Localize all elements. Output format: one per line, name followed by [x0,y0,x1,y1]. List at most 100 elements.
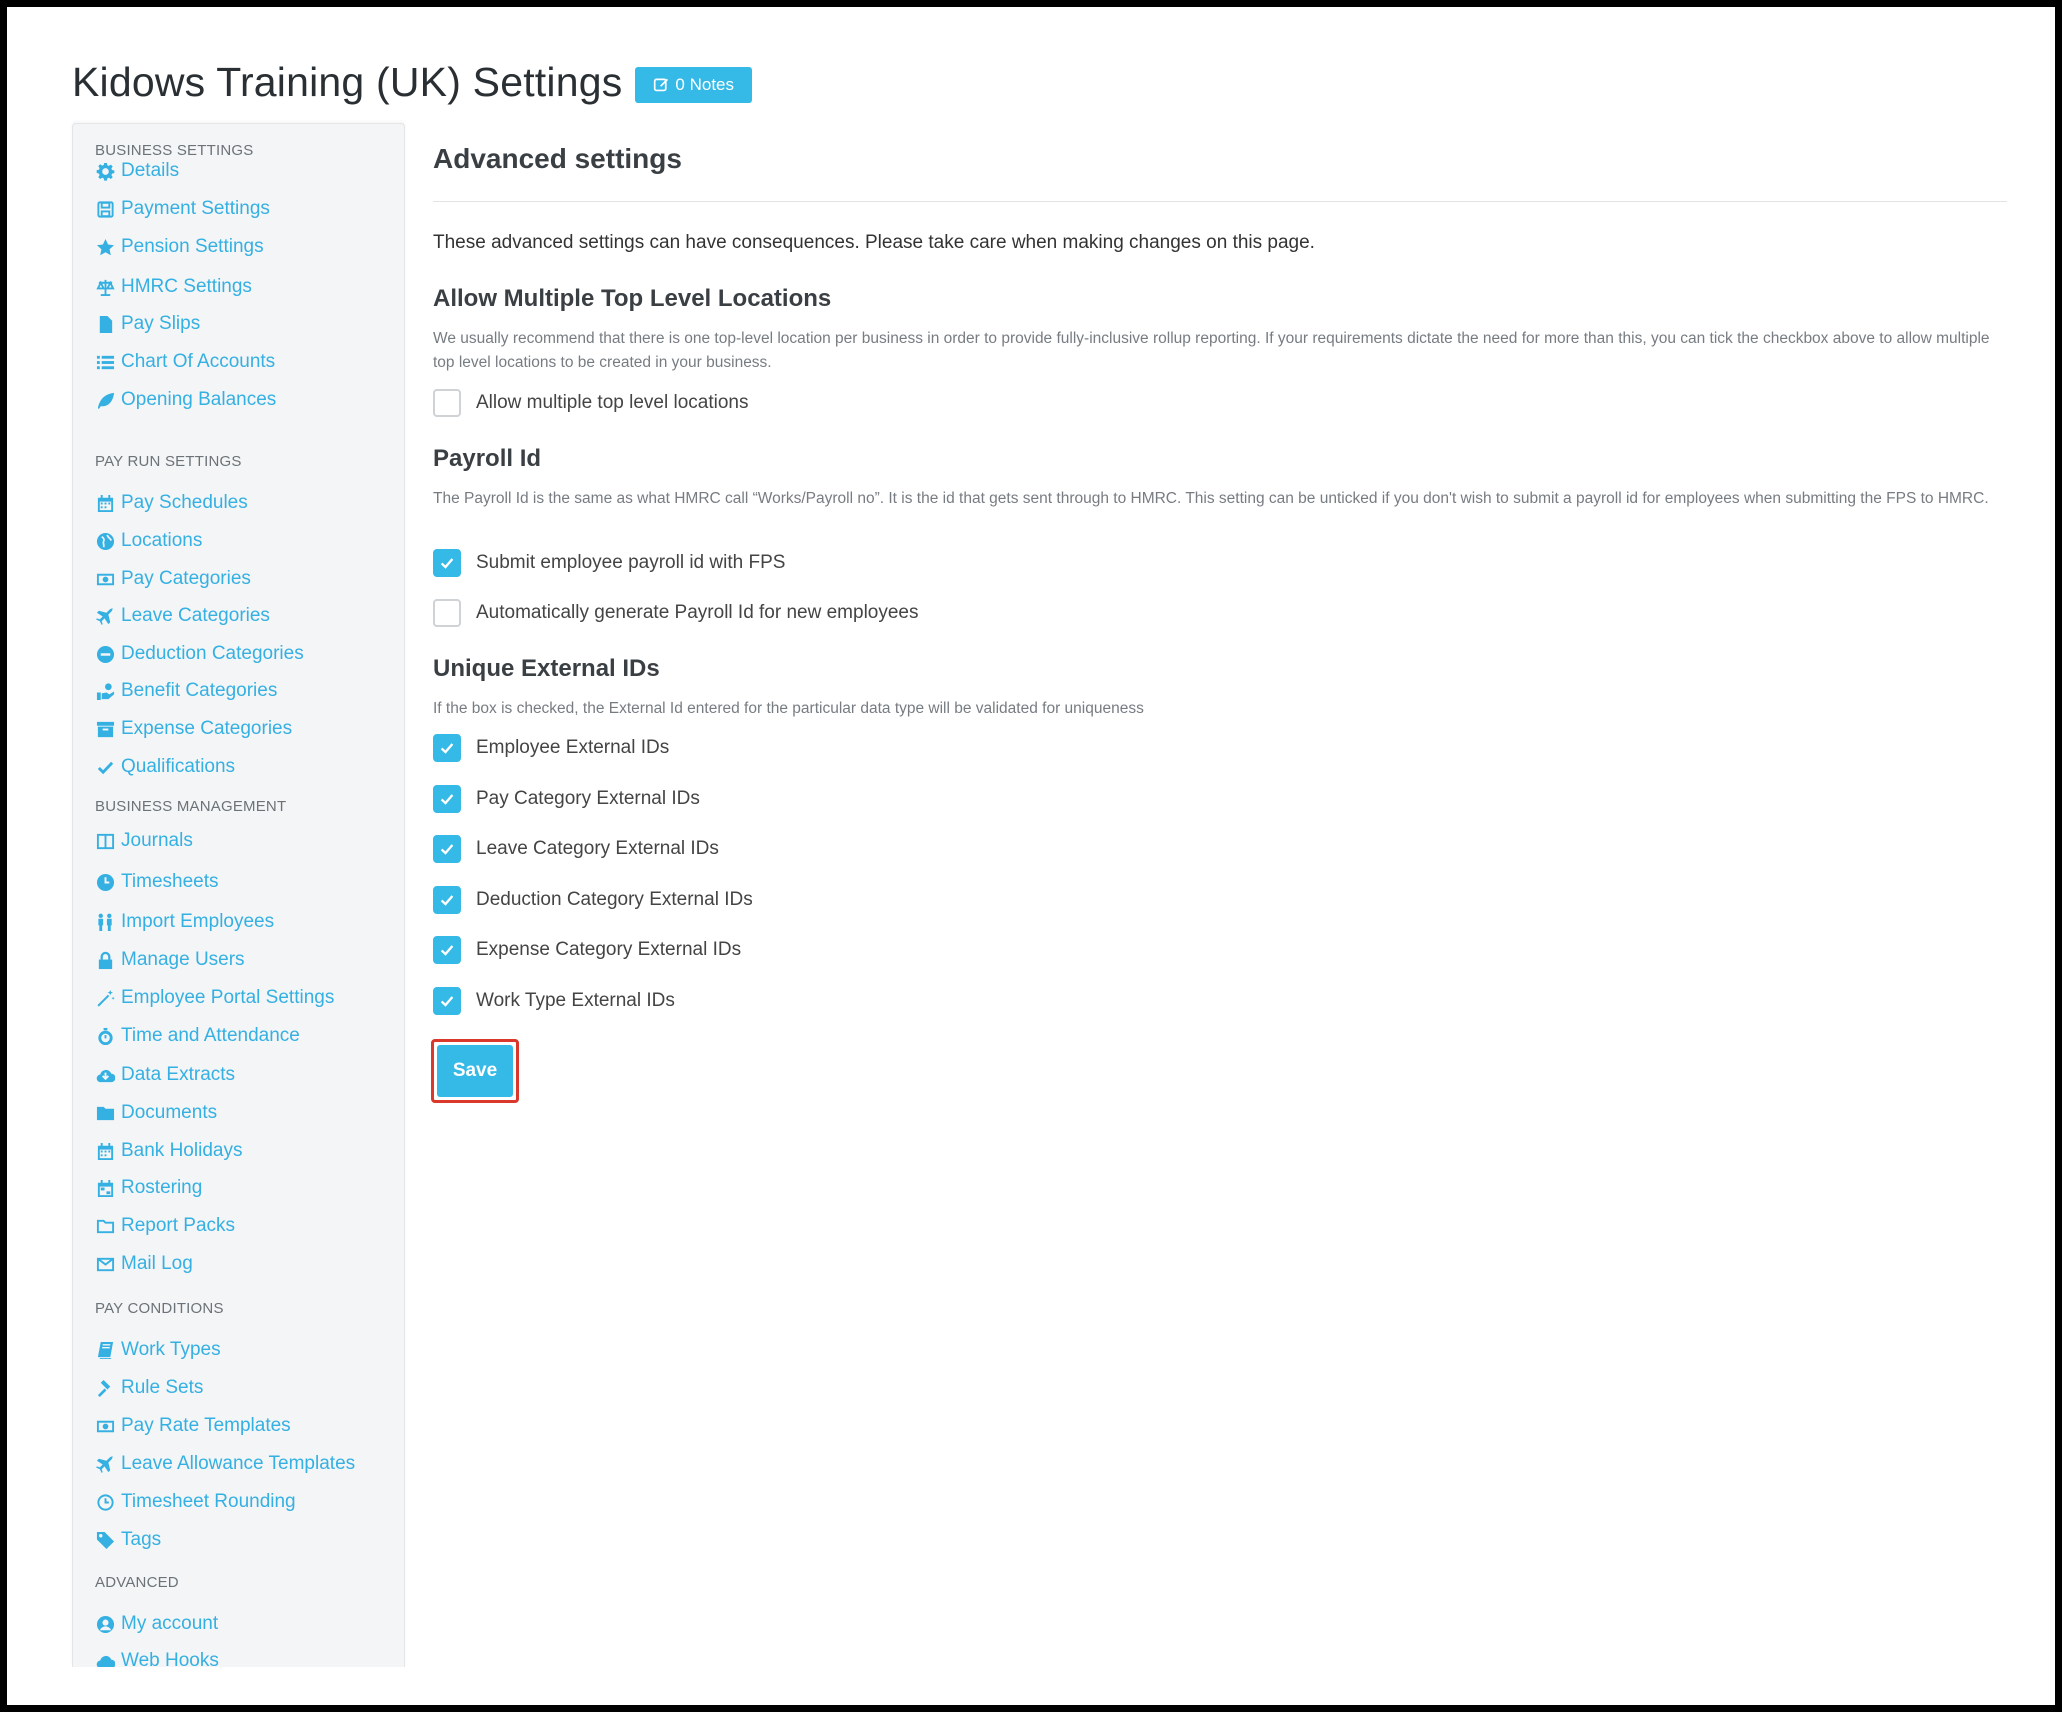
sidebar-item-report-packs[interactable]: Report Packs [95,1211,235,1241]
checkbox-label: Employee External IDs [476,737,670,758]
employee-external-ids-checkbox[interactable]: Employee External IDs [433,731,669,765]
sidebar-item-web-hooks[interactable]: Web Hooks [95,1646,219,1667]
sidebar-item-rostering[interactable]: Rostering [95,1173,202,1203]
sidebar-item-label: Benefit Categories [121,680,278,701]
checkbox[interactable] [433,389,461,417]
gear-icon [95,161,115,181]
users-icon [95,912,115,932]
sidebar-item-benefit-categories[interactable]: Benefit Categories [95,676,277,706]
folder-outline-icon [95,1216,115,1236]
leave-category-external-ids-checkbox[interactable]: Leave Category External IDs [433,832,719,866]
checkbox[interactable] [433,785,461,813]
sidebar-item-details[interactable]: Details [95,156,179,186]
payroll-id-description: The Payroll Id is the same as what HMRC … [433,490,1989,507]
columns-icon [95,831,115,851]
divider [433,201,2007,202]
sidebar-item-employee-portal-settings[interactable]: Employee Portal Settings [95,983,334,1013]
sidebar-item-label: Rostering [121,1177,203,1198]
sidebar-item-pay-slips[interactable]: Pay Slips [95,309,200,339]
check-icon [440,996,454,1007]
sidebar-item-label: Deduction Categories [121,643,304,664]
sidebar-item-label: Time and Attendance [121,1025,300,1046]
sidebar-item-documents[interactable]: Documents [95,1098,217,1128]
sidebar-item-label: Pay Schedules [121,492,248,513]
checkbox[interactable] [433,936,461,964]
sidebar-item-time-and-attendance[interactable]: Time and Attendance [95,1021,300,1051]
sidebar-item-label: Opening Balances [121,389,277,410]
sidebar-item-label: Documents [121,1102,218,1123]
sidebar-item-label: HMRC Settings [121,276,252,297]
check-icon [440,558,454,569]
checkbox[interactable] [433,599,461,627]
sidebar-item-deduction-categories[interactable]: Deduction Categories [95,639,304,669]
page-title: Kidows Training (UK) Settings [72,59,623,105]
clock-icon [95,872,115,892]
money-icon [95,1416,115,1436]
lock-icon [95,950,115,970]
notes-button[interactable]: 0 Notes [635,66,753,103]
sidebar-item-journals[interactable]: Journals [95,826,193,856]
sidebar-item-rule-sets[interactable]: Rule Sets [95,1373,203,1403]
sidebar-item-timesheets[interactable]: Timesheets [95,867,219,897]
save-icon [95,199,115,219]
sidebar-item-expense-categories[interactable]: Expense Categories [95,714,292,744]
clock-outline-icon [95,1492,115,1512]
sidebar-item-manage-users[interactable]: Manage Users [95,945,245,975]
check-icon [440,794,454,805]
check-icon [95,757,115,777]
sidebar-item-data-extracts[interactable]: Data Extracts [95,1060,235,1090]
auto-generate-payroll-id-checkbox[interactable]: Automatically generate Payroll Id for ne… [433,596,919,630]
sidebar-item-bank-holidays[interactable]: Bank Holidays [95,1136,242,1166]
sidebar-item-pension-settings[interactable]: Pension Settings [95,232,264,262]
checkbox[interactable] [433,734,461,762]
sidebar-item-pay-rate-templates[interactable]: Pay Rate Templates [95,1411,291,1441]
sidebar-item-pay-categories[interactable]: Pay Categories [95,564,251,594]
sidebar-item-payment-settings[interactable]: Payment Settings [95,194,270,224]
sidebar-item-label: Import Employees [121,911,275,932]
sidebar-item-pay-schedules[interactable]: Pay Schedules [95,488,248,518]
sidebar-item-opening-balances[interactable]: Opening Balances [95,385,276,415]
pay-category-external-ids-checkbox[interactable]: Pay Category External IDs [433,782,700,816]
sidebar-item-hmrc-settings[interactable]: HMRC Settings [95,272,252,302]
unique-ids-description: If the box is checked, the External Id e… [433,700,1144,717]
check-icon [440,945,454,956]
sidebar-item-leave-allowance-templates[interactable]: Leave Allowance Templates [95,1449,355,1479]
save-button[interactable]: Save [437,1045,513,1097]
sidebar-item-leave-categories[interactable]: Leave Categories [95,601,270,631]
sidebar-item-label: Employee Portal Settings [121,987,335,1008]
submit-payroll-id-checkbox[interactable]: Submit employee payroll id with FPS [433,546,785,580]
checkbox[interactable] [433,549,461,577]
allow-multiple-locations-checkbox[interactable]: Allow multiple top level locations [433,386,748,420]
sidebar-item-label: Payment Settings [121,198,270,219]
checkbox[interactable] [433,886,461,914]
checkbox[interactable] [433,987,461,1015]
sidebar-item-label: Manage Users [121,949,245,970]
sidebar-item-mail-log[interactable]: Mail Log [95,1249,193,1279]
sidebar-item-tags[interactable]: Tags [95,1525,161,1555]
checkbox[interactable] [433,835,461,863]
sidebar-section-advanced: ADVANCED [95,1574,179,1591]
sidebar-item-locations[interactable]: Locations [95,526,202,556]
sidebar-item-label: Tags [121,1529,162,1550]
sidebar-item-label: Timesheet Rounding [121,1491,296,1512]
work-type-external-ids-checkbox[interactable]: Work Type External IDs [433,984,675,1018]
list-icon [95,352,115,372]
sidebar-item-label: Leave Allowance Templates [121,1453,356,1474]
deduction-category-external-ids-checkbox[interactable]: Deduction Category External IDs [433,883,753,917]
sidebar-item-chart-of-accounts[interactable]: Chart Of Accounts [95,347,275,377]
book-icon [95,1340,115,1360]
checkbox-label: Pay Category External IDs [476,788,700,809]
sidebar-item-work-types[interactable]: Work Types [95,1335,221,1365]
check-icon [440,895,454,906]
intro-text: These advanced settings can have consequ… [433,232,1315,253]
sidebar-item-label: Data Extracts [121,1064,236,1085]
check-icon [440,743,454,754]
checkbox-label: Allow multiple top level locations [476,392,749,413]
expense-category-external-ids-checkbox[interactable]: Expense Category External IDs [433,933,741,967]
sidebar-item-my-account[interactable]: My account [95,1609,218,1639]
scale-icon [95,277,115,297]
sidebar-item-timesheet-rounding[interactable]: Timesheet Rounding [95,1487,296,1517]
sidebar-item-qualifications[interactable]: Qualifications [95,752,235,782]
calendar-icon [95,493,115,513]
sidebar-item-import-employees[interactable]: Import Employees [95,907,274,937]
